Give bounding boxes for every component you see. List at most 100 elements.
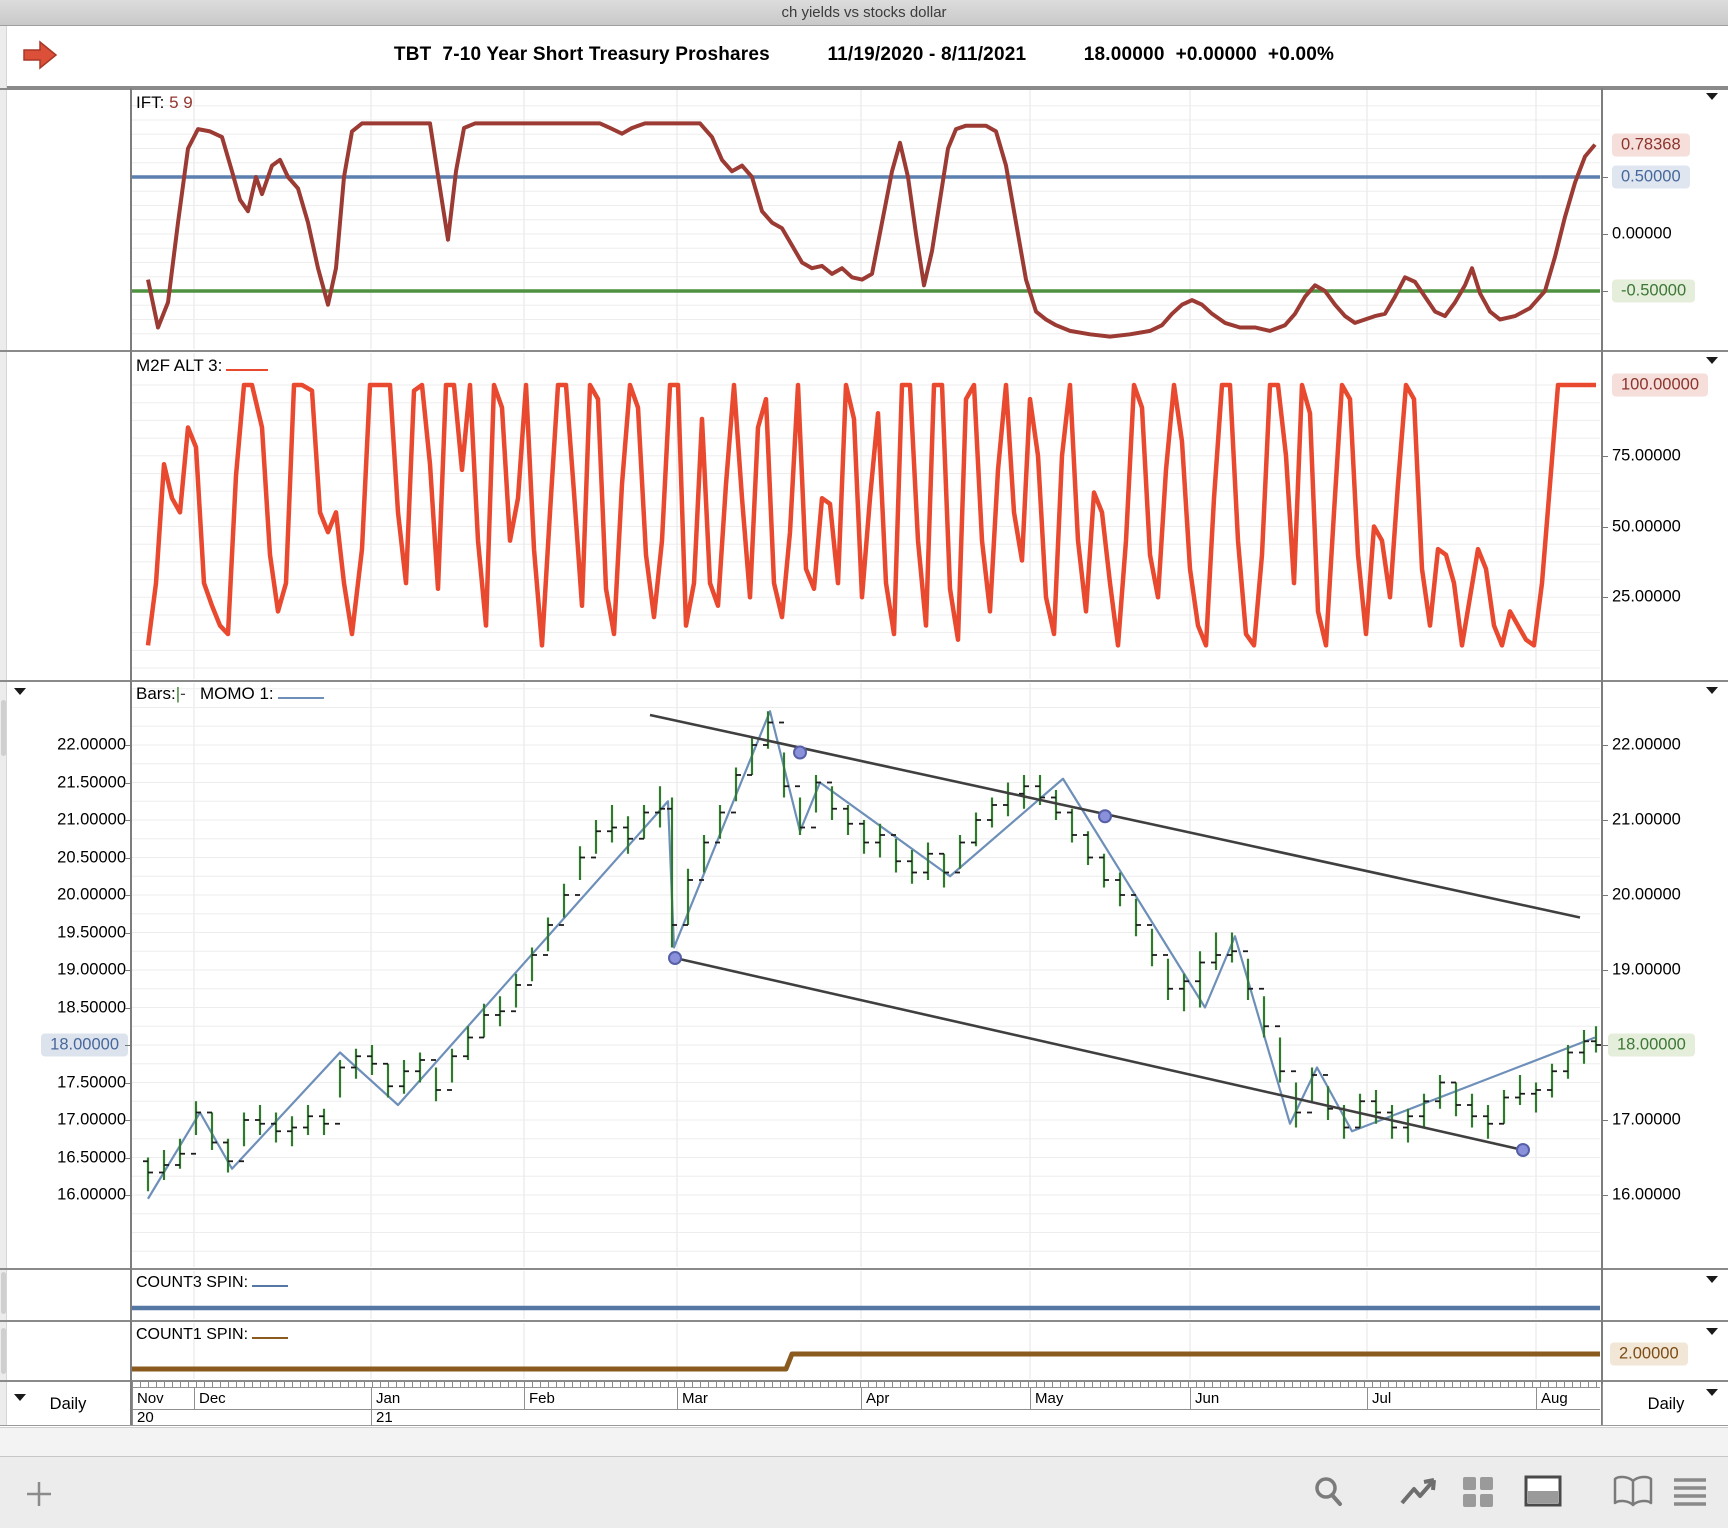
axis-tick [125,970,131,971]
interval-selector-left[interactable]: Daily [6,1384,130,1425]
count1-legend[interactable]: COUNT1 SPIN: [136,1326,289,1344]
month-cell-jun: Jun [1190,1387,1367,1410]
count1-label: COUNT1 SPIN: [136,1326,249,1343]
axis-tick [125,857,131,859]
ift-scale-label: -0.50000 [1612,279,1696,303]
m2f-label: M2F ALT 3: [136,356,223,375]
interval-left-label: Daily [49,1395,87,1413]
price-left-scale-label: 19.00000 [57,960,126,979]
count1-panel-caret-icon[interactable] [1706,1328,1718,1335]
trend-icon[interactable] [1400,1477,1438,1509]
axis-tick [125,820,131,821]
price-right-scale-label: 19.00000 [1612,960,1681,979]
ift-scale-label: 0.00000 [1612,224,1672,243]
month-cell-aug: Aug [1536,1387,1600,1410]
price-right-scale-label: 21.00000 [1612,810,1681,829]
axis-tick [1602,895,1608,896]
price-left-scale-label: 21.50000 [57,773,126,791]
axis-tick [125,1120,131,1121]
panel-border [0,1425,1728,1426]
count3-panel-caret-icon[interactable] [1706,1276,1718,1283]
price-right-scale-label: 20.00000 [1612,885,1681,904]
axis-tick [1602,597,1608,599]
m2f-legend[interactable]: M2F ALT 3: [136,356,269,376]
axis-tick [1602,820,1608,821]
axis-tick [125,1007,131,1009]
interval-right-label: Daily [1647,1395,1685,1413]
book-icon[interactable] [1612,1475,1654,1509]
month-cell-mar: Mar [677,1387,861,1410]
grid-icon[interactable] [1461,1475,1495,1509]
ift-legend[interactable]: IFT: 5 9 [136,93,193,113]
m2f-value-bubble: 100.00000 [1612,373,1708,397]
price-left-scale-label: 16.00000 [57,1185,126,1204]
interval-selector-right[interactable]: Daily [1602,1384,1728,1425]
main-panel-right-caret-icon[interactable] [1706,687,1718,694]
year-cell-21: 21 [371,1410,436,1426]
main-panel-caret-icon[interactable] [14,688,26,695]
axis-tick [125,1082,131,1084]
bars-dash: - [180,684,186,703]
axis-tick [125,1045,131,1046]
bars-legend[interactable]: Bars:|- MOMO 1: [136,684,324,704]
price-right-scale-label: 22.00000 [1612,735,1681,754]
axis-tick [1602,970,1608,971]
axis-tick [125,1195,131,1196]
price-left-scale-label: 16.50000 [57,1148,126,1166]
price-right-scale-label: 17.00000 [1612,1110,1681,1129]
axis-tick [1602,234,1608,235]
horizontal-scrollbar[interactable] [0,1427,1728,1457]
month-cell-jul: Jul [1367,1387,1536,1410]
m2f-panel-caret-icon[interactable] [1706,357,1718,364]
price-left-scale-label: 20.00000 [57,885,126,904]
month-cell-may: May [1030,1387,1190,1410]
axis-tick [1602,745,1608,746]
count3-label: COUNT3 SPIN: [136,1274,249,1291]
ift-label: IFT: [136,93,165,112]
m2f-param-blank[interactable] [226,369,269,371]
axis-tick [125,1157,131,1159]
count1-param-blank[interactable] [252,1337,289,1339]
count1-value-bubble: 2.00000 [1610,1342,1688,1366]
price-right-scale-label: 16.00000 [1612,1185,1681,1204]
axis-tick [1602,177,1608,178]
list-icon[interactable] [1672,1477,1708,1507]
axis-tick [125,895,131,896]
month-cell-feb: Feb [524,1387,677,1410]
price-left-scale-label: 21.00000 [57,810,126,829]
month-cell-nov: Nov [132,1387,194,1410]
axis-tick [1602,291,1608,292]
count3-legend[interactable]: COUNT3 SPIN: [136,1274,289,1292]
price-left-scale-label: 17.50000 [57,1073,126,1091]
month-cell-apr: Apr [861,1387,1030,1410]
axis-tick [125,932,131,934]
price-left-scale-label: 17.00000 [57,1110,126,1129]
panel-layout-icon[interactable] [1524,1475,1562,1507]
axis-tick [1602,455,1608,457]
month-cell-dec: Dec [194,1387,371,1410]
momo-param-blank[interactable] [277,697,324,699]
price-left-scale-label: 20.50000 [57,848,126,866]
axis-tick [1602,1045,1608,1046]
axis-tick [1602,1120,1608,1121]
bars-label: Bars: [136,684,176,703]
m2f-scale-label: 75.00000 [1612,446,1681,465]
ift-panel-caret-icon[interactable] [1706,93,1718,100]
count3-param-blank[interactable] [252,1285,289,1287]
year-cell-20: 20 [132,1410,197,1426]
m2f-scale-label: 25.00000 [1612,587,1681,606]
m2f-scale-label: 50.00000 [1612,517,1681,535]
price-left-scale-label: 19.50000 [57,923,126,941]
ift-value-bubble: 0.78368 [1612,133,1690,157]
axis-tick [125,782,131,784]
ift-params[interactable]: 5 9 [169,93,193,112]
chart-canvas[interactable] [0,0,1728,1425]
add-icon[interactable] [24,1479,54,1509]
search-icon[interactable] [1312,1475,1346,1511]
axis-tick [1602,526,1608,528]
axis-tick [125,745,131,746]
ift-scale-label: 0.50000 [1612,165,1690,189]
price-left-highlight: 18.00000 [41,1033,128,1057]
month-cell-jan: Jan [371,1387,524,1410]
price-left-scale-label: 22.00000 [57,735,126,754]
